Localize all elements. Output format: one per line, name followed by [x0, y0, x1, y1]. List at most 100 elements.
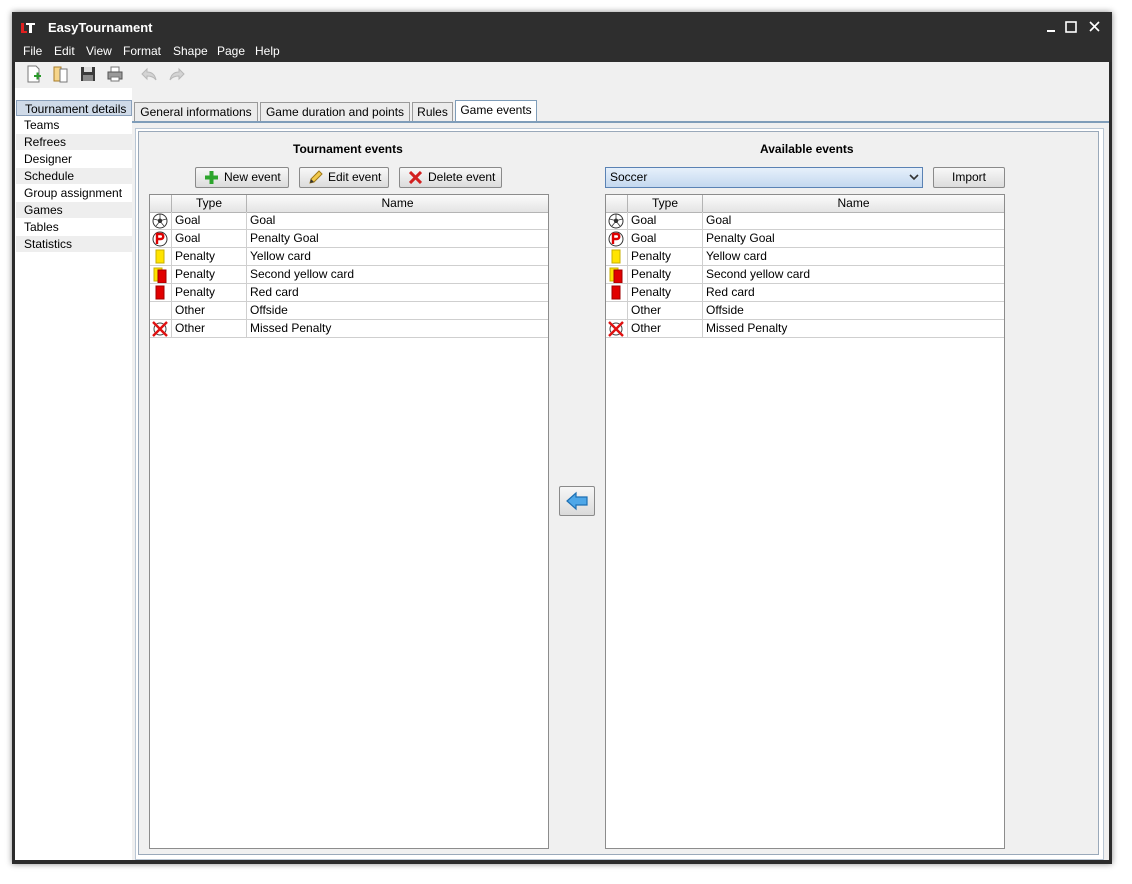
event-preset-select[interactable]: Soccer [605, 167, 923, 188]
plus-icon [205, 171, 218, 184]
row-icon-cell [150, 230, 172, 247]
row-name-cell: Goal [706, 213, 732, 227]
menu-edit[interactable]: Edit [54, 44, 75, 58]
row-icon-cell [606, 302, 628, 319]
sidebar-item-tables[interactable]: Tables [16, 219, 132, 235]
header-type[interactable]: Type [172, 195, 247, 212]
sidebar-item-designer[interactable]: Designer [16, 151, 132, 167]
header-type[interactable]: Type [628, 195, 703, 212]
row-name-cell: Offside [706, 303, 744, 317]
edit-event-label: Edit event [328, 170, 382, 184]
row-type-cell: Penalty [172, 284, 247, 301]
delete-event-label: Delete event [428, 170, 496, 184]
red-card-icon [155, 285, 165, 300]
table-row[interactable]: Penalty Yellow card [150, 248, 548, 266]
save-icon[interactable] [79, 65, 97, 83]
sidebar-item-teams[interactable]: Teams [16, 117, 132, 133]
table-row[interactable]: Other Missed Penalty [606, 320, 1004, 338]
sidebar-item-statistics[interactable]: Statistics [16, 236, 132, 252]
table-row[interactable]: Penalty Yellow card [606, 248, 1004, 266]
tab-general-informations[interactable]: General informations [134, 102, 258, 121]
sidebar-item-group-assignment[interactable]: Group assignment [16, 185, 132, 201]
game-events-inner: Tournament events New event Edit event D… [138, 131, 1099, 855]
new-event-button[interactable]: New event [195, 167, 289, 188]
row-type-cell: Other [628, 302, 703, 319]
open-icon[interactable] [52, 65, 70, 83]
title-bar: EasyTournament [12, 12, 1112, 42]
tournament-events-table[interactable]: Type Name Goal Goal Goal Penalty Goal Penalt… [149, 194, 549, 849]
row-type-cell: Other [172, 320, 247, 337]
menu-shape[interactable]: Shape [173, 44, 208, 58]
table-row[interactable]: Goal Goal [150, 212, 548, 230]
second-yellow-card-icon [609, 267, 623, 283]
maximize-icon[interactable] [1062, 19, 1080, 35]
menu-format[interactable]: Format [123, 44, 161, 58]
row-name-cell: Second yellow card [706, 267, 811, 281]
header-name[interactable]: Name [703, 195, 1004, 212]
copy-event-button[interactable] [559, 486, 595, 516]
row-type-cell: Penalty [628, 248, 703, 265]
row-type-cell: Penalty [172, 248, 247, 265]
row-name-cell: Penalty Goal [250, 231, 319, 245]
table-row[interactable]: Penalty Second yellow card [606, 266, 1004, 284]
second-yellow-card-icon [153, 267, 167, 283]
soccer-ball-icon [152, 213, 168, 229]
edit-event-button[interactable]: Edit event [299, 167, 389, 188]
sidebar-item-schedule[interactable]: Schedule [16, 168, 132, 184]
table-row[interactable]: Other Offside [606, 302, 1004, 320]
table-row[interactable]: Goal Penalty Goal [150, 230, 548, 248]
table-row[interactable]: Goal Penalty Goal [606, 230, 1004, 248]
import-button[interactable]: Import [933, 167, 1005, 188]
menu-help[interactable]: Help [255, 44, 280, 58]
menu-file[interactable]: File [23, 44, 42, 58]
arrow-left-icon [566, 491, 588, 511]
row-icon-cell [150, 302, 172, 319]
table-row[interactable]: Penalty Second yellow card [150, 266, 548, 284]
row-icon-cell [150, 284, 172, 301]
row-icon-cell [150, 320, 172, 337]
redo-icon[interactable] [168, 65, 186, 83]
header-icon-col [150, 195, 172, 212]
delete-event-button[interactable]: Delete event [399, 167, 502, 188]
sidebar-item-games[interactable]: Games [16, 202, 132, 218]
row-icon-cell [150, 212, 172, 229]
yellow-card-icon [155, 249, 165, 264]
row-icon-cell [606, 266, 628, 283]
tournament-events-title: Tournament events [293, 142, 403, 156]
close-icon[interactable] [1086, 19, 1104, 35]
game-events-panel: Tournament events New event Edit event D… [135, 128, 1104, 860]
sidebar-item-tournament-details[interactable]: Tournament details [16, 100, 132, 116]
menu-view[interactable]: View [86, 44, 112, 58]
menu-page[interactable]: Page [217, 44, 245, 58]
row-type-cell: Other [628, 320, 703, 337]
row-name-cell: Yellow card [706, 249, 767, 263]
minimize-icon[interactable] [1042, 19, 1060, 35]
header-icon-col [606, 195, 628, 212]
table-row[interactable]: Goal Goal [606, 212, 1004, 230]
row-name-cell: Penalty Goal [706, 231, 775, 245]
print-icon[interactable] [106, 65, 124, 83]
table-row[interactable]: Penalty Red card [150, 284, 548, 302]
table-row[interactable]: Penalty Red card [606, 284, 1004, 302]
row-name-cell: Missed Penalty [706, 321, 788, 335]
row-type-cell: Goal [628, 212, 703, 229]
table-row[interactable]: Other Missed Penalty [150, 320, 548, 338]
table-row[interactable]: Other Offside [150, 302, 548, 320]
soccer-ball-icon [608, 213, 624, 229]
table-header: Type Name [150, 195, 548, 213]
chevron-down-icon [909, 174, 919, 181]
header-name[interactable]: Name [247, 195, 548, 212]
available-events-table[interactable]: Type Name Goal Goal Goal Penalty Goal Penalt… [605, 194, 1005, 849]
tab-game-events[interactable]: Game events [455, 100, 537, 122]
tab-rules[interactable]: Rules [412, 102, 453, 121]
row-icon-cell [606, 230, 628, 247]
undo-icon[interactable] [140, 65, 158, 83]
row-name-cell: Red card [250, 285, 299, 299]
row-name-cell: Goal [250, 213, 276, 227]
new-doc-icon[interactable] [25, 65, 43, 83]
tab-game-duration-and-points[interactable]: Game duration and points [260, 102, 410, 121]
sidebar-item-refrees[interactable]: Refrees [16, 134, 132, 150]
delete-x-icon [409, 171, 422, 184]
row-icon-cell [606, 212, 628, 229]
menu-bar: File Edit View Format Shape Page Help [12, 42, 1112, 62]
